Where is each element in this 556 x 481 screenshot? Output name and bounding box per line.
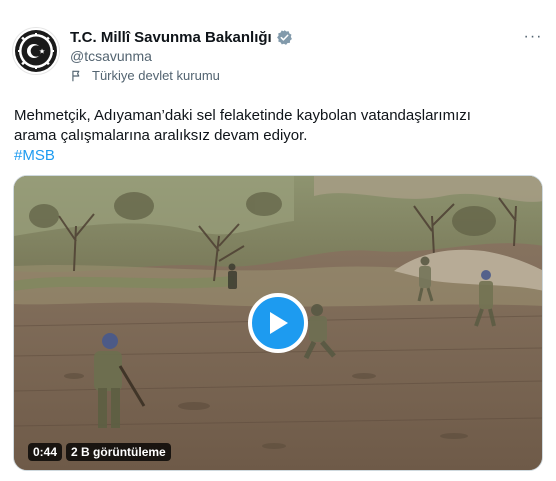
tweet: T.C. Millî Savunma Bakanlığı @tcsavunma … xyxy=(0,0,556,481)
more-icon: ··· xyxy=(523,28,543,45)
tweet-text: Mehmetçik, Adıyaman’daki sel felaketinde… xyxy=(14,106,534,166)
flag-icon xyxy=(72,70,80,81)
play-button[interactable] xyxy=(248,293,308,353)
msb-logo-icon xyxy=(15,30,57,72)
name-row: T.C. Millî Savunma Bakanlığı xyxy=(70,27,293,47)
video-overlay: 0:44 2 B görüntüleme xyxy=(28,443,171,461)
hashtag-link[interactable]: #MSB xyxy=(14,147,55,164)
avatar[interactable] xyxy=(12,27,60,75)
affiliation-text: Türkiye devlet kurumu xyxy=(92,68,220,83)
handle[interactable]: @tcsavunma xyxy=(70,48,152,64)
affiliation-label: Türkiye devlet kurumu xyxy=(70,68,220,83)
video-player[interactable]: 0:44 2 B görüntüleme xyxy=(13,175,543,471)
video-duration: 0:44 xyxy=(28,443,63,461)
tweet-text-line: arama çalışmalarına aralıksız devam ediy… xyxy=(14,127,308,144)
display-name[interactable]: T.C. Millî Savunma Bakanlığı xyxy=(70,29,272,46)
view-count: 2 B görüntüleme xyxy=(66,443,171,461)
more-options-button[interactable]: ··· xyxy=(520,26,546,48)
play-icon xyxy=(270,312,288,334)
tweet-text-line: Mehmetçik, Adıyaman’daki sel felaketinde… xyxy=(14,107,471,124)
verified-badge-icon xyxy=(276,29,292,45)
